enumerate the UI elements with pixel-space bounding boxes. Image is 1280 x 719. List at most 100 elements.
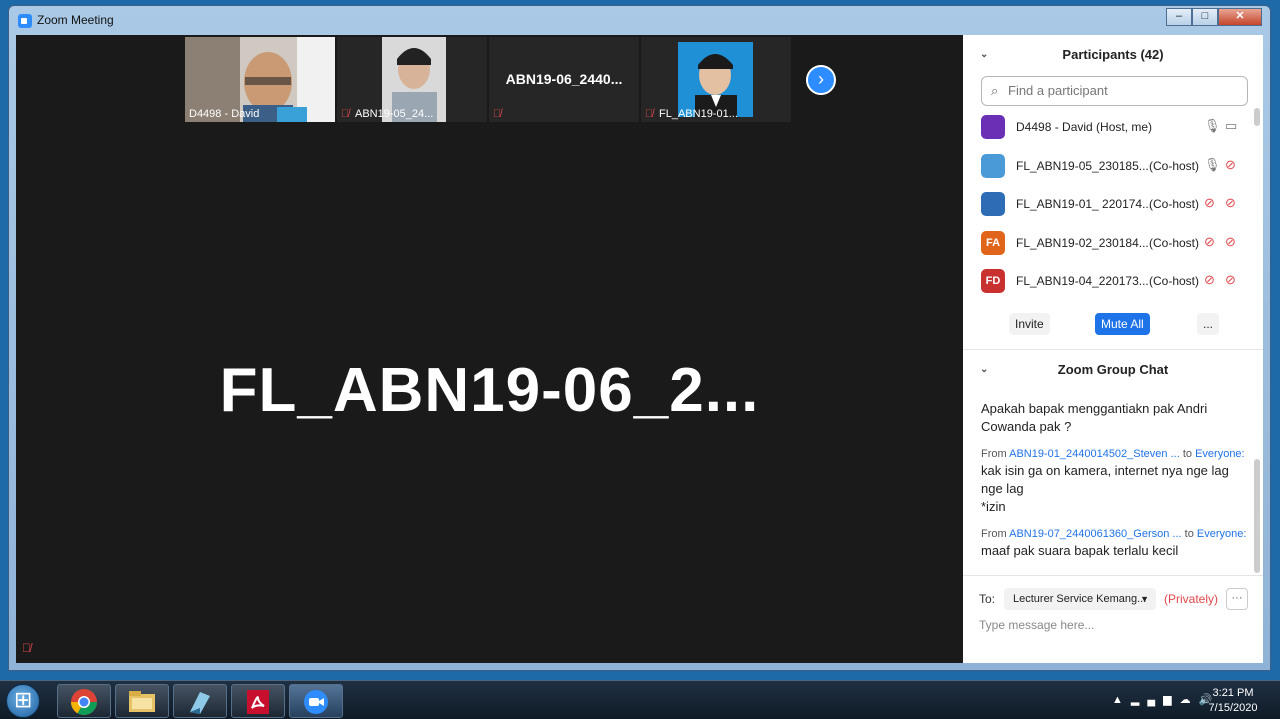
chevron-down-icon[interactable]: ⌄ <box>980 35 988 75</box>
close-button[interactable]: ✕ <box>1218 8 1262 26</box>
chat-sender[interactable]: ABN19-01_2440014502_Steven ... <box>1009 448 1180 460</box>
camera-off-icon[interactable]: ⊘ <box>1225 157 1236 173</box>
chat-more-button[interactable]: ··· <box>1226 588 1248 610</box>
zoom-app-icon <box>18 14 32 28</box>
participants-scrollbar[interactable] <box>1254 108 1260 126</box>
participant-row[interactable]: D4498 - David (Host, me) 🎙 ▭ <box>963 108 1253 147</box>
participant-row-name: FL_ABN19-01_ 220174... <box>1016 197 1153 211</box>
mic-icon[interactable]: 🎙 <box>1204 157 1221 173</box>
participant-row[interactable]: FL_ABN19-05_230185... (Co-host) 🎙 ⊘ <box>963 147 1253 186</box>
participant-row-name: D4498 - David (Host, me) <box>1016 120 1153 134</box>
from-label: From <box>981 528 1007 540</box>
network-icon[interactable]: ▂▄▆ <box>1131 694 1180 706</box>
chat-header: ⌄ Zoom Group Chat <box>963 351 1263 389</box>
chat-scrollbar[interactable] <box>1254 459 1260 573</box>
acrobat-icon[interactable] <box>231 684 285 718</box>
start-button[interactable] <box>6 684 40 718</box>
chat-messages: Apakah bapak menggantiakn pak Andri Cowa… <box>981 400 1249 570</box>
participant-role: (Co-host) <box>1149 274 1200 288</box>
mic-icon[interactable]: 🎙 <box>1204 118 1221 134</box>
maximize-button[interactable]: □ <box>1192 8 1218 26</box>
recipient-select[interactable]: Lecturer Service Kemang... ▼ <box>1004 588 1156 610</box>
panel-divider <box>963 349 1263 350</box>
muted-mic-icon: 🎙̸ <box>341 108 350 120</box>
thumbnail-abn19-05[interactable]: 🎙̸ ABN19-05_24... <box>337 37 487 122</box>
chat-message: From ABN19-01_2440014502_Steven ... to E… <box>981 446 1249 516</box>
file-explorer-icon[interactable] <box>115 684 169 718</box>
onedrive-icon[interactable]: ☁ <box>1180 694 1199 706</box>
mic-muted-icon[interactable]: ⊘ <box>1204 234 1215 250</box>
participant-role: (Co-host) <box>1149 197 1200 211</box>
participant-row[interactable]: FD FL_ABN19-04_220173... (Co-host) ⊘ ⊘ <box>963 262 1253 301</box>
participants-title: Participants (42) <box>1062 47 1164 62</box>
chat-message-text: maaf pak suara bapak terlalu kecil <box>981 543 1179 558</box>
thumbnail-fl-abn19-01[interactable]: 🎙̸ FL_ABN19-01... <box>641 37 791 122</box>
chat-message: Apakah bapak menggantiakn pak Andri Cowa… <box>981 400 1249 436</box>
chat-recipient[interactable]: Everyone: <box>1197 528 1247 540</box>
participant-role: (Co-host) <box>1149 235 1200 250</box>
to-label-inline: to <box>1184 528 1194 540</box>
camera-icon[interactable]: ▭ <box>1225 118 1237 134</box>
thumbnail-david[interactable]: D4498 - David <box>185 37 335 122</box>
taskbar: ▲▂▄▆☁🔊 3:21 PM 7/15/2020 <box>0 680 1280 719</box>
participant-row[interactable]: FA FL_ABN19-02_230184... (Co-host) ⊘ ⊘ <box>963 224 1253 263</box>
thumbnail-abn19-06[interactable]: ABN19-06_2440... 🎙̸ <box>489 37 639 122</box>
camera-off-icon[interactable]: ⊘ <box>1225 195 1236 211</box>
zoom-icon[interactable] <box>289 684 343 718</box>
minimize-button[interactable]: – <box>1166 8 1192 26</box>
participant-row-name: FL_ABN19-05_230185... <box>1016 158 1149 173</box>
invite-button[interactable]: Invite <box>1009 313 1050 335</box>
active-speaker-name: FL_ABN19-06_2... <box>219 356 760 425</box>
participant-row-name: FL_ABN19-02_230184... <box>1016 235 1149 250</box>
mute-all-button[interactable]: Mute All <box>1095 313 1150 335</box>
avatar: FD <box>981 269 1005 293</box>
show-hidden-icons-icon[interactable]: ▲ <box>1112 694 1131 706</box>
participant-list: D4498 - David (Host, me) 🎙 ▭ FL_ABN19-05… <box>963 108 1253 301</box>
participant-name: D4498 - David <box>189 108 260 120</box>
mic-muted-icon[interactable]: ⊘ <box>1204 272 1215 288</box>
chat-title: Zoom Group Chat <box>1057 362 1169 377</box>
participant-search-input[interactable]: ⌕ Find a participant <box>981 76 1248 106</box>
clock[interactable]: 3:21 PM 7/15/2020 <box>1203 686 1263 716</box>
video-area: D4498 - David 🎙̸ ABN19-05_24... ABN19-06… <box>16 35 963 663</box>
participant-actions: Invite Mute All ... <box>963 313 1263 339</box>
clock-date: 7/15/2020 <box>1208 702 1258 714</box>
muted-mic-icon: 🎙̸ <box>22 641 31 655</box>
chat-sender[interactable]: ABN19-07_2440061360_Gerson ... <box>1009 528 1181 540</box>
chrome-icon[interactable] <box>57 684 111 718</box>
chat-message-meta: From ABN19-07_2440061360_Gerson ... to E… <box>981 526 1249 542</box>
camera-off-icon[interactable]: ⊘ <box>1225 272 1236 288</box>
avatar <box>981 192 1005 216</box>
chat-message-text: Apakah bapak menggantiakn pak Andri Cowa… <box>981 401 1208 434</box>
chat-message-input[interactable]: Type message here... <box>979 618 1094 632</box>
participant-name: FL_ABN19-01... <box>659 108 738 120</box>
to-label: To: <box>979 592 996 606</box>
thumbnail-strip: D4498 - David 🎙̸ ABN19-05_24... ABN19-06… <box>185 37 791 122</box>
title-bar: Zoom Meeting – □ ✕ <box>9 6 1270 34</box>
chevron-down-icon: ▼ <box>1140 594 1149 604</box>
participant-role: (Co-host) <box>1149 158 1200 173</box>
search-icon: ⌕ <box>991 83 999 98</box>
participant-row-name: FL_ABN19-04_220173... <box>1016 274 1149 288</box>
chat-message-meta: From ABN19-01_2440014502_Steven ... to E… <box>981 446 1249 462</box>
participant-name: ABN19-05_24... <box>355 108 434 120</box>
notepad-icon[interactable] <box>173 684 227 718</box>
mic-muted-icon[interactable]: ⊘ <box>1204 195 1215 211</box>
participants-header: ⌄ Participants (42) <box>963 35 1263 75</box>
chat-recipient[interactable]: Everyone: <box>1195 448 1245 460</box>
search-placeholder: Find a participant <box>1008 83 1108 98</box>
side-panel: ⌄ Participants (42) ⌕ Find a participant… <box>963 35 1263 663</box>
camera-off-icon[interactable]: ⊘ <box>1225 234 1236 250</box>
muted-mic-icon: 🎙̸ <box>645 108 654 120</box>
recipient-value: Lecturer Service Kemang... <box>1013 593 1147 605</box>
to-label-inline: to <box>1182 448 1193 460</box>
chevron-down-icon[interactable]: ⌄ <box>980 351 988 389</box>
avatar <box>981 153 1005 178</box>
participant-row[interactable]: FL_ABN19-01_ 220174... (Co-host) ⊘ ⊘ <box>963 185 1253 224</box>
avatar <box>981 115 1005 139</box>
from-label: From <box>981 448 1007 460</box>
chat-message: From ABN19-07_2440061360_Gerson ... to E… <box>981 526 1249 560</box>
next-page-button[interactable]: › <box>806 65 836 95</box>
more-options-button[interactable]: ... <box>1197 313 1220 335</box>
window-title: Zoom Meeting <box>37 13 114 27</box>
